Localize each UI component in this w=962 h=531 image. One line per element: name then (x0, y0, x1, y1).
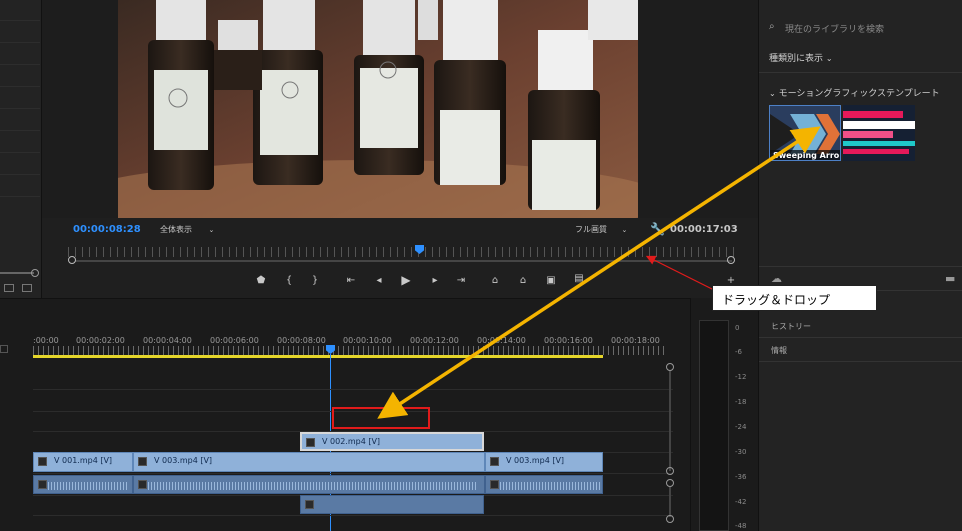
callout-text: ドラッグ＆ドロップ (722, 293, 831, 307)
callout-pointer (645, 255, 715, 291)
annotation-overlay (377, 126, 821, 419)
drag-arrow (377, 126, 821, 419)
callout-box: ドラッグ＆ドロップ (712, 285, 877, 311)
